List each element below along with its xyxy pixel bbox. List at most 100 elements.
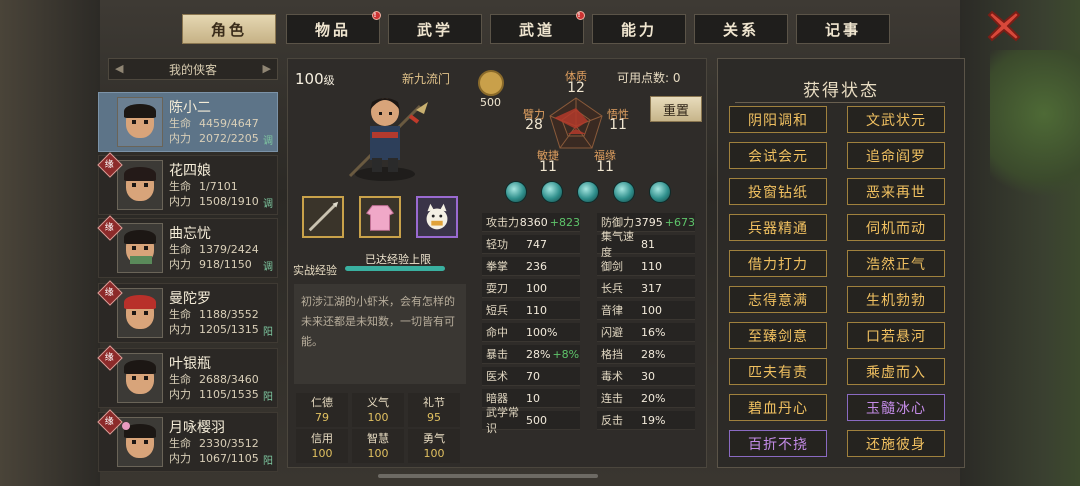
status-item[interactable]: 匹夫有责 [729, 358, 827, 385]
stat-value: 28% [641, 347, 666, 361]
hero-hp: 生命 2688/3460 [169, 373, 259, 386]
scrollbar[interactable] [378, 474, 598, 478]
hero-card[interactable]: 缘 曼陀罗 生命 1188/3552 内力 1205/1315 阳 [97, 280, 278, 343]
hero-mp: 内力 1205/1315 [169, 323, 259, 336]
status-item[interactable]: 会试会元 [729, 142, 827, 169]
xp-label: 实战经验 [293, 264, 337, 277]
stat-value: 500 [526, 413, 547, 427]
status-item[interactable]: 玉髓冰心 [847, 394, 945, 421]
hero-name: 陈小二 [169, 100, 211, 116]
status-item[interactable]: 至臻剑意 [729, 322, 827, 349]
status-item[interactable]: 投窗钻纸 [729, 178, 827, 205]
stat-name: 攻击力 [486, 216, 519, 229]
hero-tag: 调 [263, 136, 273, 147]
stat-name: 反击 [601, 414, 623, 427]
hero-hp: 生命 1/7101 [169, 180, 238, 193]
tab-role[interactable]: 角色 [182, 14, 276, 44]
stat-cell: 命中 100% [482, 323, 580, 342]
arrow-right-icon[interactable]: ▶ [263, 62, 271, 75]
close-icon[interactable] [986, 8, 1022, 44]
stat-value: 3795 [634, 215, 663, 229]
stat-value: 28% [526, 347, 551, 361]
stat-value: 236 [526, 259, 547, 273]
status-item[interactable]: 乘虚而入 [847, 358, 945, 385]
status-item[interactable]: 兵器精通 [729, 214, 827, 241]
stat-name: 暴击 [486, 348, 508, 361]
hero-tag: 调 [263, 199, 273, 210]
status-item[interactable]: 浩然正气 [847, 250, 945, 277]
tab-relations[interactable]: 关系 [694, 14, 788, 44]
jade-orb-icon [577, 181, 599, 203]
hero-mp: 内力 918/1150 [169, 258, 252, 271]
divider [735, 102, 945, 103]
stat-cell: 音律 100 [597, 301, 695, 320]
equipment-slot-armor[interactable] [359, 196, 401, 238]
reset-button[interactable]: 重置 [650, 96, 702, 122]
tab-wudao[interactable]: 武道! [490, 11, 585, 44]
status-item[interactable]: 志得意满 [729, 286, 827, 313]
hero-hp: 生命 1379/2424 [169, 243, 259, 256]
status-item[interactable]: 还施彼身 [847, 430, 945, 457]
status-item[interactable]: 口若悬河 [847, 322, 945, 349]
equipment-slot-accessory[interactable] [416, 196, 458, 238]
hero-tag: 阳 [263, 327, 273, 338]
tab-journal[interactable]: 记事 [796, 14, 890, 44]
tab-martial-arts[interactable]: 武学 [388, 14, 482, 44]
tab-label: 武道 [518, 20, 555, 39]
attr-value-tizhi: 12 [567, 80, 585, 96]
tab-items[interactable]: 物品! [286, 11, 381, 44]
spear-icon [308, 201, 339, 232]
hero-card[interactable]: 陈小二 生命 4459/4647 内力 2072/2205 调 [98, 92, 278, 152]
hero-card[interactable]: 缘 叶银瓶 生命 2688/3460 内力 1105/1535 阳 [97, 345, 278, 408]
character-sect: 新九流门 [402, 72, 451, 86]
status-item[interactable]: 伺机而动 [847, 214, 945, 241]
hero-card[interactable]: 缘 曲忘忧 生命 1379/2424 内力 918/1150 调 [97, 215, 278, 278]
tab-label: 武学 [416, 20, 453, 39]
status-item[interactable]: 生机勃勃 [847, 286, 945, 313]
stat-name: 拳掌 [486, 260, 508, 273]
stat-name: 御剑 [601, 260, 623, 273]
energy-icon [478, 70, 504, 96]
stat-value: 110 [526, 303, 547, 317]
hero-hp: 生命 1188/3552 [169, 308, 259, 321]
virtue-zhihui: 智慧 100 [352, 429, 404, 463]
hero-mp: 内力 1067/1105 [169, 452, 259, 465]
stat-value: 10 [526, 391, 540, 405]
virtue-lijie: 礼节 95 [408, 393, 460, 427]
hero-card[interactable]: 缘 月咏樱羽 生命 2330/3512 内力 1067/1105 阳 [97, 409, 278, 472]
status-item[interactable]: 碧血丹心 [729, 394, 827, 421]
stat-cell: 闪避 16% [597, 323, 695, 342]
background-left [0, 0, 100, 486]
avatar [117, 353, 163, 403]
available-points: 可用点数: 0 [617, 71, 681, 85]
tab-ability[interactable]: 能力 [592, 14, 686, 44]
status-item[interactable]: 百折不挠 [729, 430, 827, 457]
hero-mp: 内力 2072/2205 [169, 132, 259, 145]
status-item[interactable]: 借力打力 [729, 250, 827, 277]
stat-value: 317 [641, 281, 662, 295]
status-item[interactable]: 恶来再世 [847, 178, 945, 205]
stat-cell: 轻功 747 [482, 235, 580, 254]
status-item[interactable]: 文武状元 [847, 106, 945, 133]
stat-name: 长兵 [601, 282, 623, 295]
stat-name: 短兵 [486, 304, 508, 317]
xp-status: 已达经验上限 [365, 253, 431, 266]
stat-cell: 格挡 28% [597, 345, 695, 364]
tab-label: 角色 [210, 20, 247, 39]
notification-dot-icon: ! [576, 11, 585, 20]
status-item[interactable]: 追命阎罗 [847, 142, 945, 169]
avatar [117, 97, 163, 147]
stat-value: 19% [641, 413, 666, 427]
status-item[interactable]: 阴阳调和 [729, 106, 827, 133]
stat-name: 集气速度 [601, 230, 634, 259]
stat-cell: 耍刀 100 [482, 279, 580, 298]
tab-label: 物品 [314, 20, 351, 39]
stat-value: 110 [641, 259, 662, 273]
equipment-slot-weapon[interactable] [302, 196, 344, 238]
hero-tag: 阳 [263, 392, 273, 403]
hero-card[interactable]: 缘 花四娘 生命 1/7101 内力 1508/1910 调 [97, 152, 278, 215]
avatar [117, 223, 163, 273]
stat-name: 音律 [601, 304, 623, 317]
arrow-left-icon[interactable]: ◀ [115, 62, 123, 75]
hero-name: 叶银瓶 [169, 356, 211, 372]
